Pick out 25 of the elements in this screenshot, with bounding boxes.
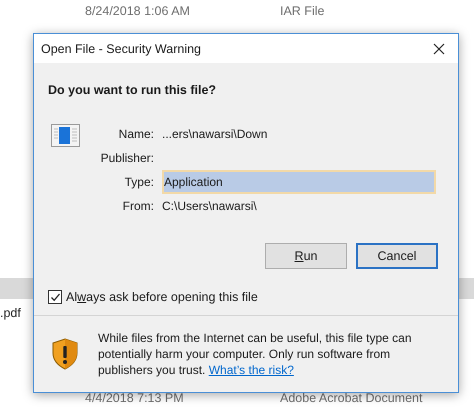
risk-link[interactable]: What’s the risk?	[208, 363, 294, 377]
cancel-button[interactable]: Cancel	[356, 243, 438, 269]
application-icon	[51, 124, 80, 147]
field-value: C:\Users\nawarsi\	[162, 198, 258, 215]
always-ask-checkbox[interactable]: Always ask before opening this file	[48, 290, 458, 304]
file-date: 4/4/2018 7:13 PM	[85, 390, 184, 404]
warning-shield-icon	[51, 338, 79, 370]
selected-value: Application	[162, 170, 436, 194]
field-value: ...ers\nawarsi\Down	[162, 126, 268, 143]
close-icon[interactable]	[433, 42, 445, 54]
checkbox-label: Always ask before opening this file	[66, 290, 258, 304]
field-label: Name:	[118, 126, 154, 143]
file-type: IAR File	[280, 4, 324, 18]
file-name: .pdf	[0, 306, 21, 320]
window-title: Open File - Security Warning	[41, 42, 202, 56]
field-label: Publisher:	[100, 150, 154, 167]
file-type: Adobe Acrobat Document	[280, 390, 422, 404]
field-label: Type:	[124, 174, 154, 191]
warning-message: While files from the Internet can be useful, this file type can potentially harm your computer. Only run software from publishers you trust. What’s the risk?	[98, 330, 412, 378]
file-date: 8/24/2018 1:06 AM	[85, 4, 190, 18]
checkbox[interactable]	[48, 290, 62, 304]
file-row[interactable]: 8/24/2018 1:06 AM IAR File	[0, 0, 474, 21]
dialog-heading: Do you want to run this file?	[48, 83, 218, 97]
field-label: From:	[122, 198, 154, 215]
run-button[interactable]: Run	[265, 243, 347, 269]
